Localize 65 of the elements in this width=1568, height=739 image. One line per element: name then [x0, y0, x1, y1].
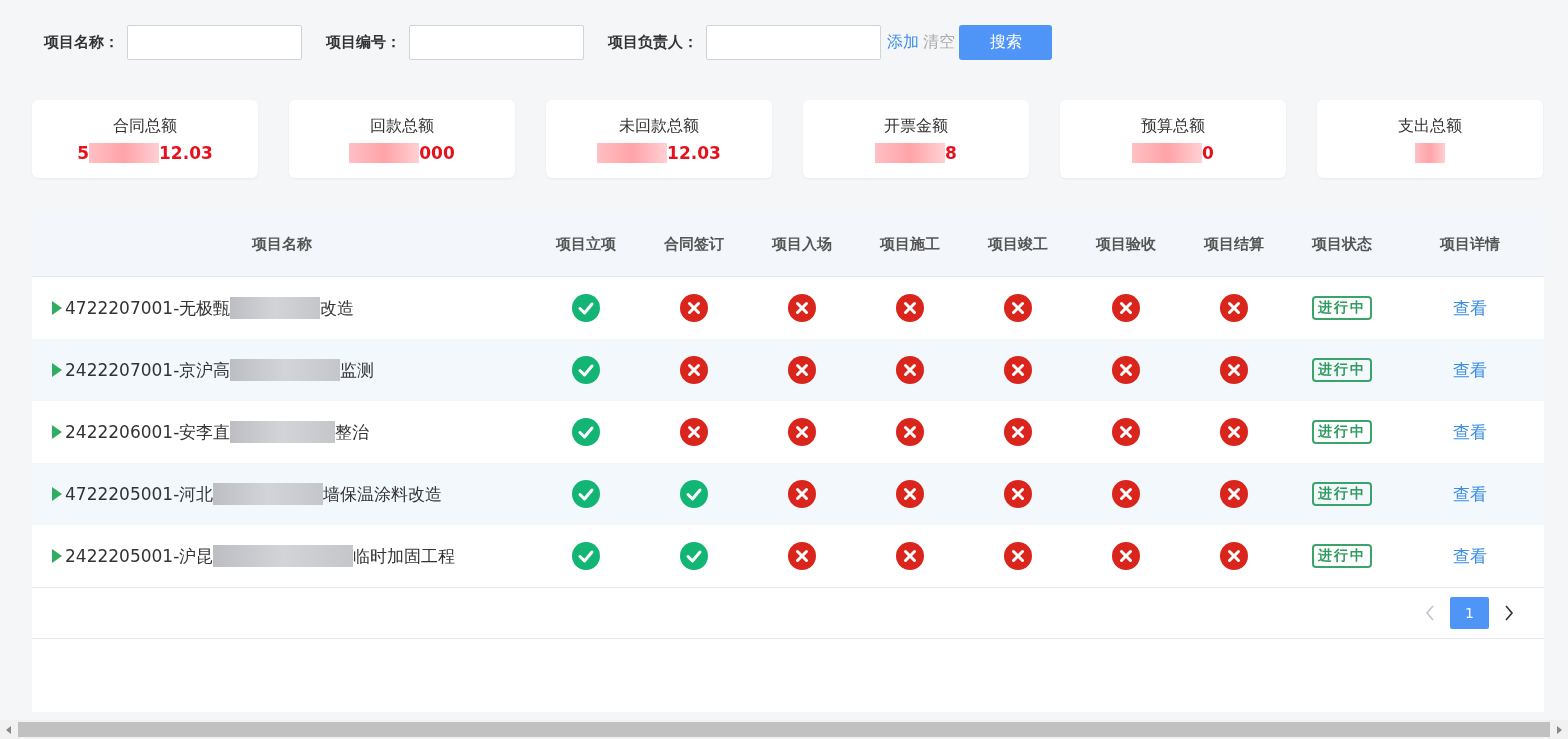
redaction-blur [89, 143, 160, 163]
stat-value: 12.03 [159, 143, 213, 163]
expand-icon[interactable] [52, 363, 62, 377]
add-link[interactable]: 添加 [887, 32, 919, 53]
status-tag: 进行中 [1312, 482, 1372, 506]
column-header: 项目立项 [555, 235, 617, 254]
view-link[interactable]: 查看 [1453, 358, 1487, 382]
redaction-blur [1132, 143, 1203, 163]
clear-link[interactable]: 清空 [923, 32, 955, 53]
column-header: 项目状态 [1311, 235, 1373, 254]
stat-value: 5 [77, 143, 90, 163]
project-name: 4722207001-无极甄 [65, 296, 231, 320]
expand-icon[interactable] [52, 425, 62, 439]
project-name: 整治 [335, 420, 370, 444]
column-header: 项目施工 [879, 235, 941, 254]
project-name: 4722205001-河北 [65, 482, 214, 506]
redaction-blur [1415, 143, 1445, 163]
stat-value: 000 [419, 143, 455, 163]
stat-label: 回款总额 [370, 116, 434, 137]
redaction-blur [349, 143, 420, 163]
field-label: 项目负责人： [608, 33, 698, 52]
project-name: 墙保温涂料改造 [323, 482, 443, 506]
column-header: 合同签订 [663, 235, 725, 254]
next-page-icon[interactable] [1504, 605, 1514, 621]
stat-label: 合同总额 [113, 116, 177, 137]
redaction-blur [597, 143, 668, 163]
expand-icon[interactable] [52, 487, 62, 501]
view-link[interactable]: 查看 [1453, 420, 1487, 444]
input-field[interactable] [706, 25, 881, 60]
input-field[interactable] [127, 25, 302, 60]
stat-label: 支出总额 [1398, 116, 1462, 137]
expand-icon[interactable] [52, 301, 62, 315]
project-name: 临时加固工程 [353, 544, 456, 568]
stat-value: 12.03 [667, 143, 721, 163]
project-name: 2422207001-京沪高 [65, 358, 231, 382]
page-button[interactable]: 1 [1450, 597, 1489, 629]
status-tag: 进行中 [1312, 544, 1372, 568]
expand-icon[interactable] [52, 549, 62, 563]
stat-label: 预算总额 [1141, 116, 1205, 137]
search-button[interactable]: 搜索 [959, 25, 1052, 60]
view-link[interactable]: 查看 [1453, 296, 1487, 320]
scrollbar-thumb[interactable] [18, 722, 1550, 737]
column-header: 项目结算 [1203, 235, 1265, 254]
column-header: 项目详情 [1439, 235, 1501, 254]
redaction-blur [875, 143, 946, 163]
column-header: 项目竣工 [987, 235, 1049, 254]
project-name: 改造 [320, 296, 355, 320]
project-name: 2422205001-沪昆 [65, 544, 214, 568]
status-tag: 进行中 [1312, 358, 1372, 382]
field-label: 项目编号： [326, 33, 401, 52]
view-link[interactable]: 查看 [1453, 482, 1487, 506]
status-tag: 进行中 [1312, 296, 1372, 320]
column-header: 项目验收 [1095, 235, 1157, 254]
column-header: 项目名称 [251, 235, 313, 254]
stat-label: 未回款总额 [619, 116, 699, 137]
field-label: 项目名称： [44, 33, 119, 52]
status-tag: 进行中 [1312, 420, 1372, 444]
column-header: 项目入场 [771, 235, 833, 254]
stat-value: 8 [945, 143, 957, 163]
input-field[interactable] [409, 25, 584, 60]
view-link[interactable]: 查看 [1453, 544, 1487, 568]
stat-value: 0 [1202, 143, 1214, 163]
stat-label: 开票金额 [884, 116, 948, 137]
project-name: 2422206001-安李直 [65, 420, 231, 444]
project-name: 监测 [340, 358, 375, 382]
